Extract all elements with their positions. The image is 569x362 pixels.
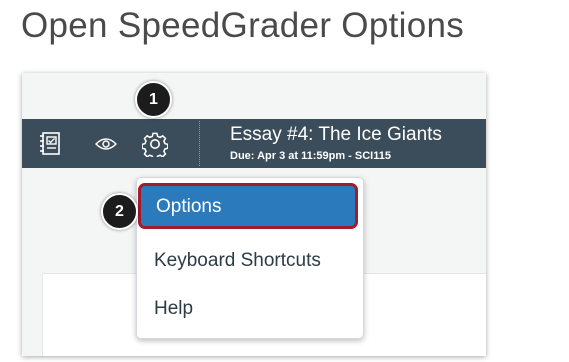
page-title: Open SpeedGrader Options: [21, 6, 465, 45]
menu-item-help[interactable]: Help: [137, 286, 363, 332]
assignment-title[interactable]: Essay #4: The Ice Giants: [230, 124, 442, 146]
step-1-callout: 1: [135, 81, 172, 118]
gear-icon[interactable]: [142, 131, 168, 157]
speedgrader-toolbar: Essay #4: The Ice Giants Due: Apr 3 at 1…: [22, 119, 486, 168]
menu-item-keyboard-shortcuts[interactable]: Keyboard Shortcuts: [137, 238, 363, 284]
gradebook-icon[interactable]: [40, 131, 62, 157]
eye-icon[interactable]: [95, 136, 117, 152]
settings-dropdown-menu: Options Keyboard Shortcuts Help: [136, 177, 364, 339]
step-2-callout: 2: [101, 193, 138, 230]
menu-item-options[interactable]: Options: [138, 183, 358, 229]
speedgrader-screenshot: Essay #4: The Ice Giants Due: Apr 3 at 1…: [22, 73, 486, 356]
assignment-due-date: Due: Apr 3 at 11:59pm - SCI115: [230, 150, 391, 162]
toolbar-divider: [199, 121, 200, 166]
